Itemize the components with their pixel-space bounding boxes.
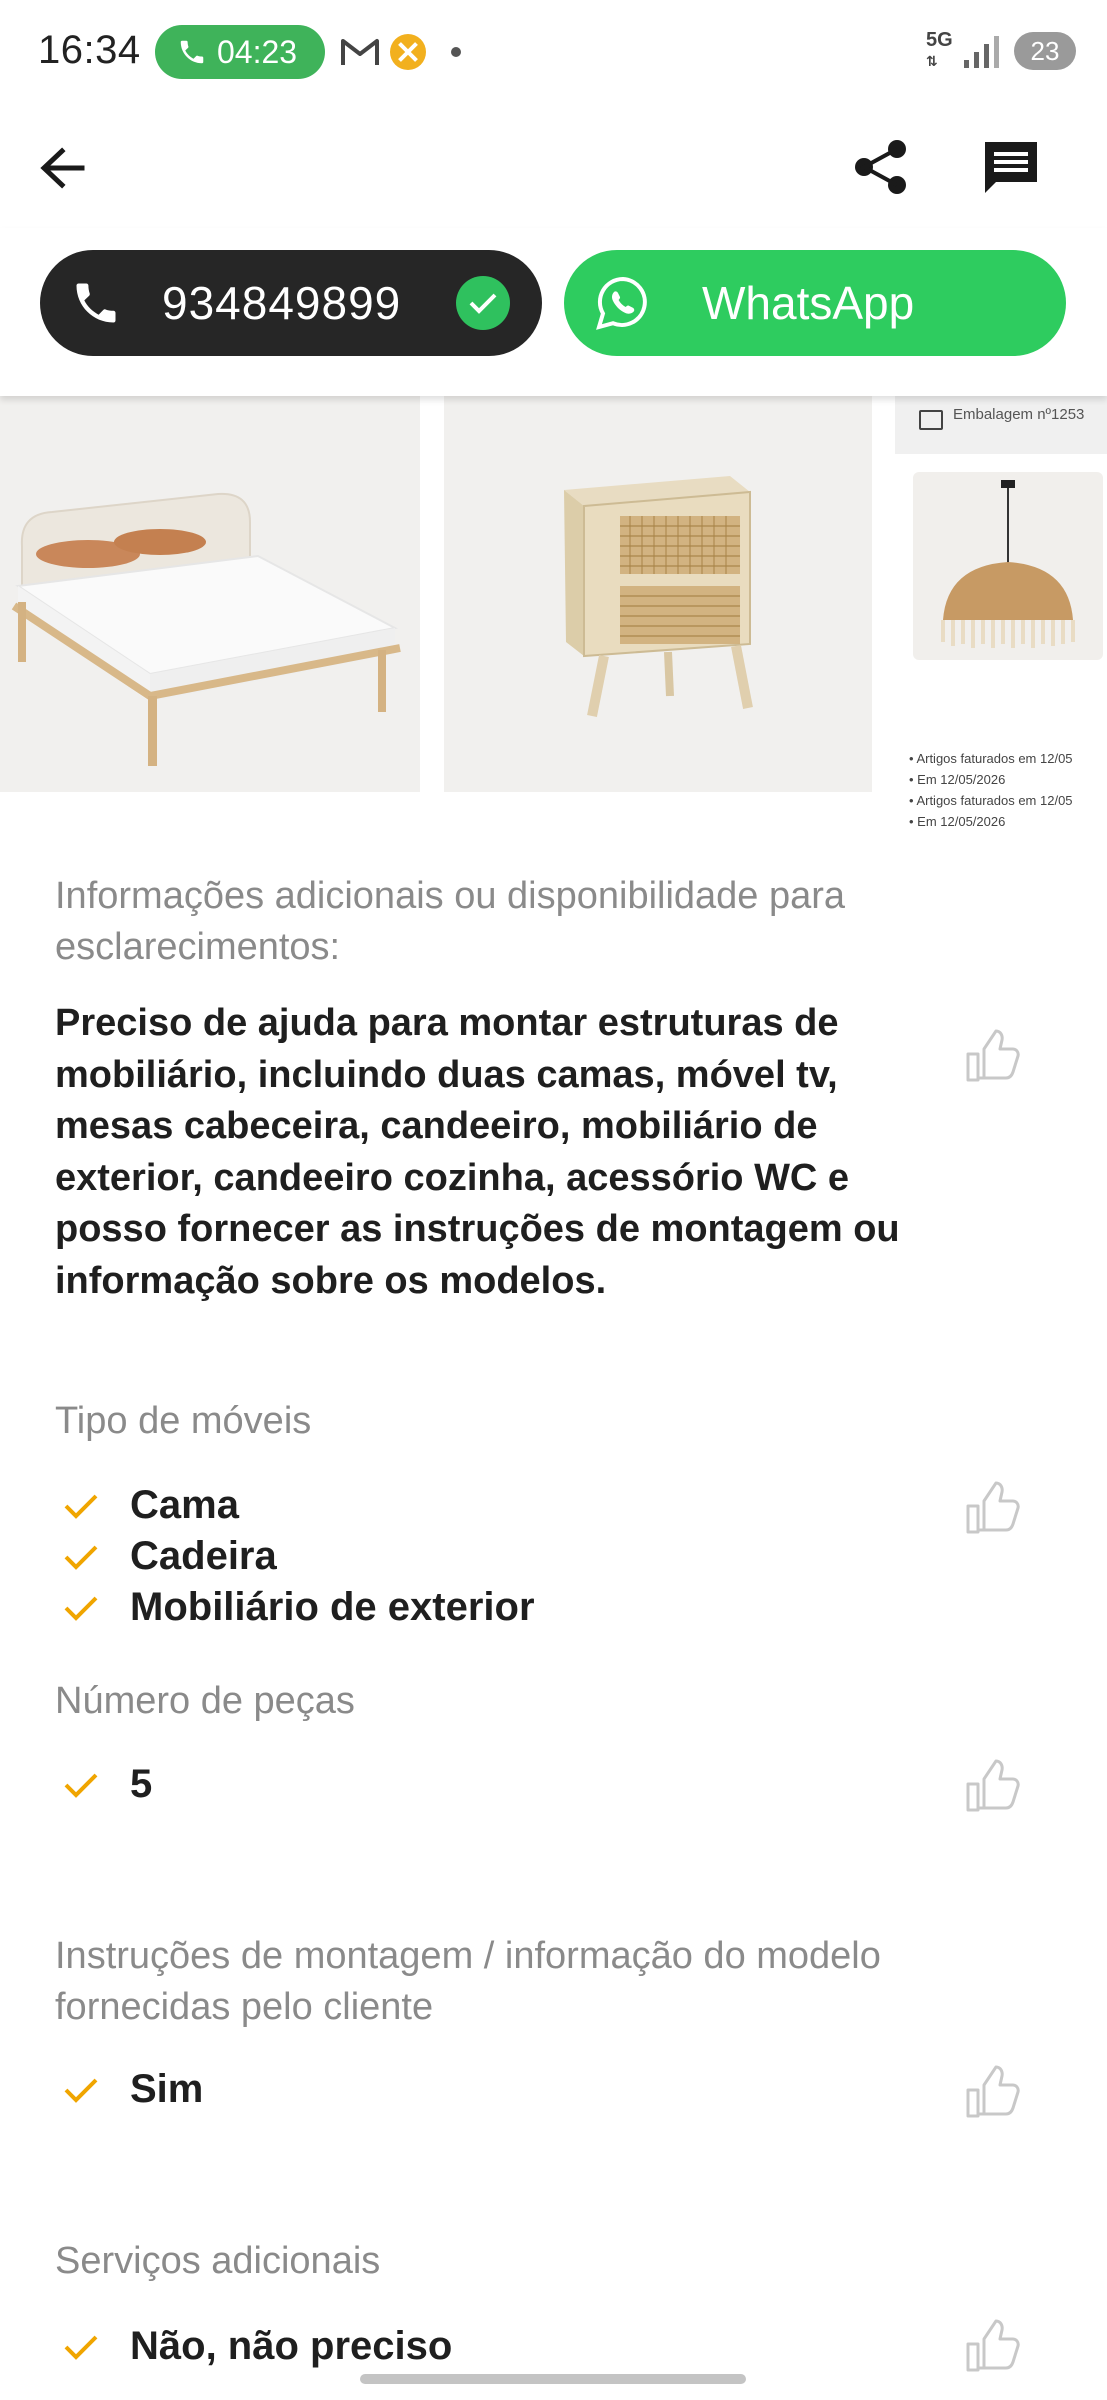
pieces-label: Número de peças — [55, 1680, 355, 1722]
list-item: Sim — [62, 2064, 203, 2115]
call-button[interactable]: 934849899 — [40, 250, 542, 356]
doc-note: • Artigos faturados em 12/05 — [909, 793, 1073, 808]
nightstand-image — [444, 396, 872, 792]
thumbs-up-icon[interactable] — [962, 1756, 1022, 1816]
phone-icon — [180, 40, 204, 64]
gmail-icon — [341, 39, 379, 65]
battery-indicator: 23 — [1014, 32, 1076, 70]
doc-header: Embalagem nº1253 — [895, 396, 1107, 454]
furniture-type-value: Cadeira — [130, 1534, 277, 1578]
thumbs-up-icon[interactable] — [962, 2316, 1022, 2376]
network-type: 5G ⇅ — [926, 29, 953, 69]
more-notifications-dot — [451, 47, 461, 57]
whatsapp-label: WhatsApp — [702, 277, 915, 329]
status-time: 16:34 — [38, 28, 141, 72]
thumbs-up-icon[interactable] — [962, 2062, 1022, 2122]
signal-icon — [964, 36, 999, 68]
photo-invoice[interactable]: Embalagem nº1253 • Artigos faturados em … — [895, 396, 1107, 836]
top-app-bar — [0, 104, 1107, 228]
additional-services-label: Serviços adicionais — [55, 2240, 381, 2282]
furniture-type-value: Mobiliário de exterior — [130, 1585, 535, 1629]
furniture-type-value: Cama — [130, 1483, 239, 1527]
list-item: 5 — [62, 1759, 152, 1810]
bed-image — [0, 396, 420, 792]
pendant-lamp-image — [913, 472, 1103, 660]
check-icon — [64, 1596, 98, 1621]
info-text: Preciso de ajuda para montar estruturas … — [55, 1002, 900, 1302]
ongoing-call-chip[interactable]: 04:23 — [155, 25, 325, 79]
message-button[interactable] — [976, 134, 1046, 200]
additional-services-value: Não, não preciso — [130, 2324, 453, 2368]
whatsapp-icon — [596, 276, 647, 330]
photo-nightstand[interactable] — [444, 396, 872, 792]
pieces-value: 5 — [130, 1762, 153, 1806]
check-icon — [64, 1494, 98, 1519]
instructions-label: Instruções de montagem / informação do m… — [55, 1935, 881, 2028]
check-icon — [64, 2335, 98, 2360]
doc-note: • Artigos faturados em 12/05 — [909, 751, 1073, 766]
home-indicator[interactable] — [360, 2374, 746, 2384]
app-notification-icon — [390, 34, 426, 70]
call-timer: 04:23 — [217, 33, 298, 70]
list-item: Mobiliário de exterior — [62, 1582, 535, 1633]
photo-bed[interactable] — [0, 396, 420, 792]
share-icon — [855, 140, 906, 194]
check-icon — [64, 2078, 98, 2103]
contact-bar: 934849899 WhatsApp — [0, 228, 1107, 396]
doc-notes: • Artigos faturados em 12/05 • Em 12/05/… — [909, 748, 1073, 832]
arrow-left-icon — [40, 147, 85, 189]
check-icon — [64, 1773, 98, 1798]
thumbs-up-icon[interactable] — [962, 1026, 1022, 1086]
instructions-value: Sim — [130, 2067, 204, 2111]
doc-note: • Em 12/05/2026 — [909, 814, 1006, 829]
thumbs-up-icon[interactable] — [962, 1478, 1022, 1538]
share-button[interactable] — [848, 134, 914, 200]
list-item: Cadeira — [62, 1531, 277, 1582]
list-item: Não, não preciso — [62, 2321, 452, 2372]
phone-icon — [76, 283, 116, 323]
photo-gallery[interactable]: Embalagem nº1253 • Artigos faturados em … — [0, 396, 1107, 836]
list-item: Cama — [62, 1480, 239, 1531]
verified-check-icon — [456, 276, 510, 330]
back-button[interactable] — [30, 138, 94, 198]
whatsapp-button[interactable]: WhatsApp — [564, 250, 1066, 356]
doc-note: • Em 12/05/2026 — [909, 772, 1006, 787]
info-label: Informações adicionais ou disponibilidad… — [55, 875, 846, 968]
message-icon — [985, 142, 1037, 193]
check-icon — [64, 1545, 98, 1570]
furniture-type-label: Tipo de móveis — [55, 1400, 312, 1442]
status-bar: 16:34 04:23 5G ⇅ 23 — [0, 0, 1107, 104]
phone-number: 934849899 — [162, 277, 402, 329]
